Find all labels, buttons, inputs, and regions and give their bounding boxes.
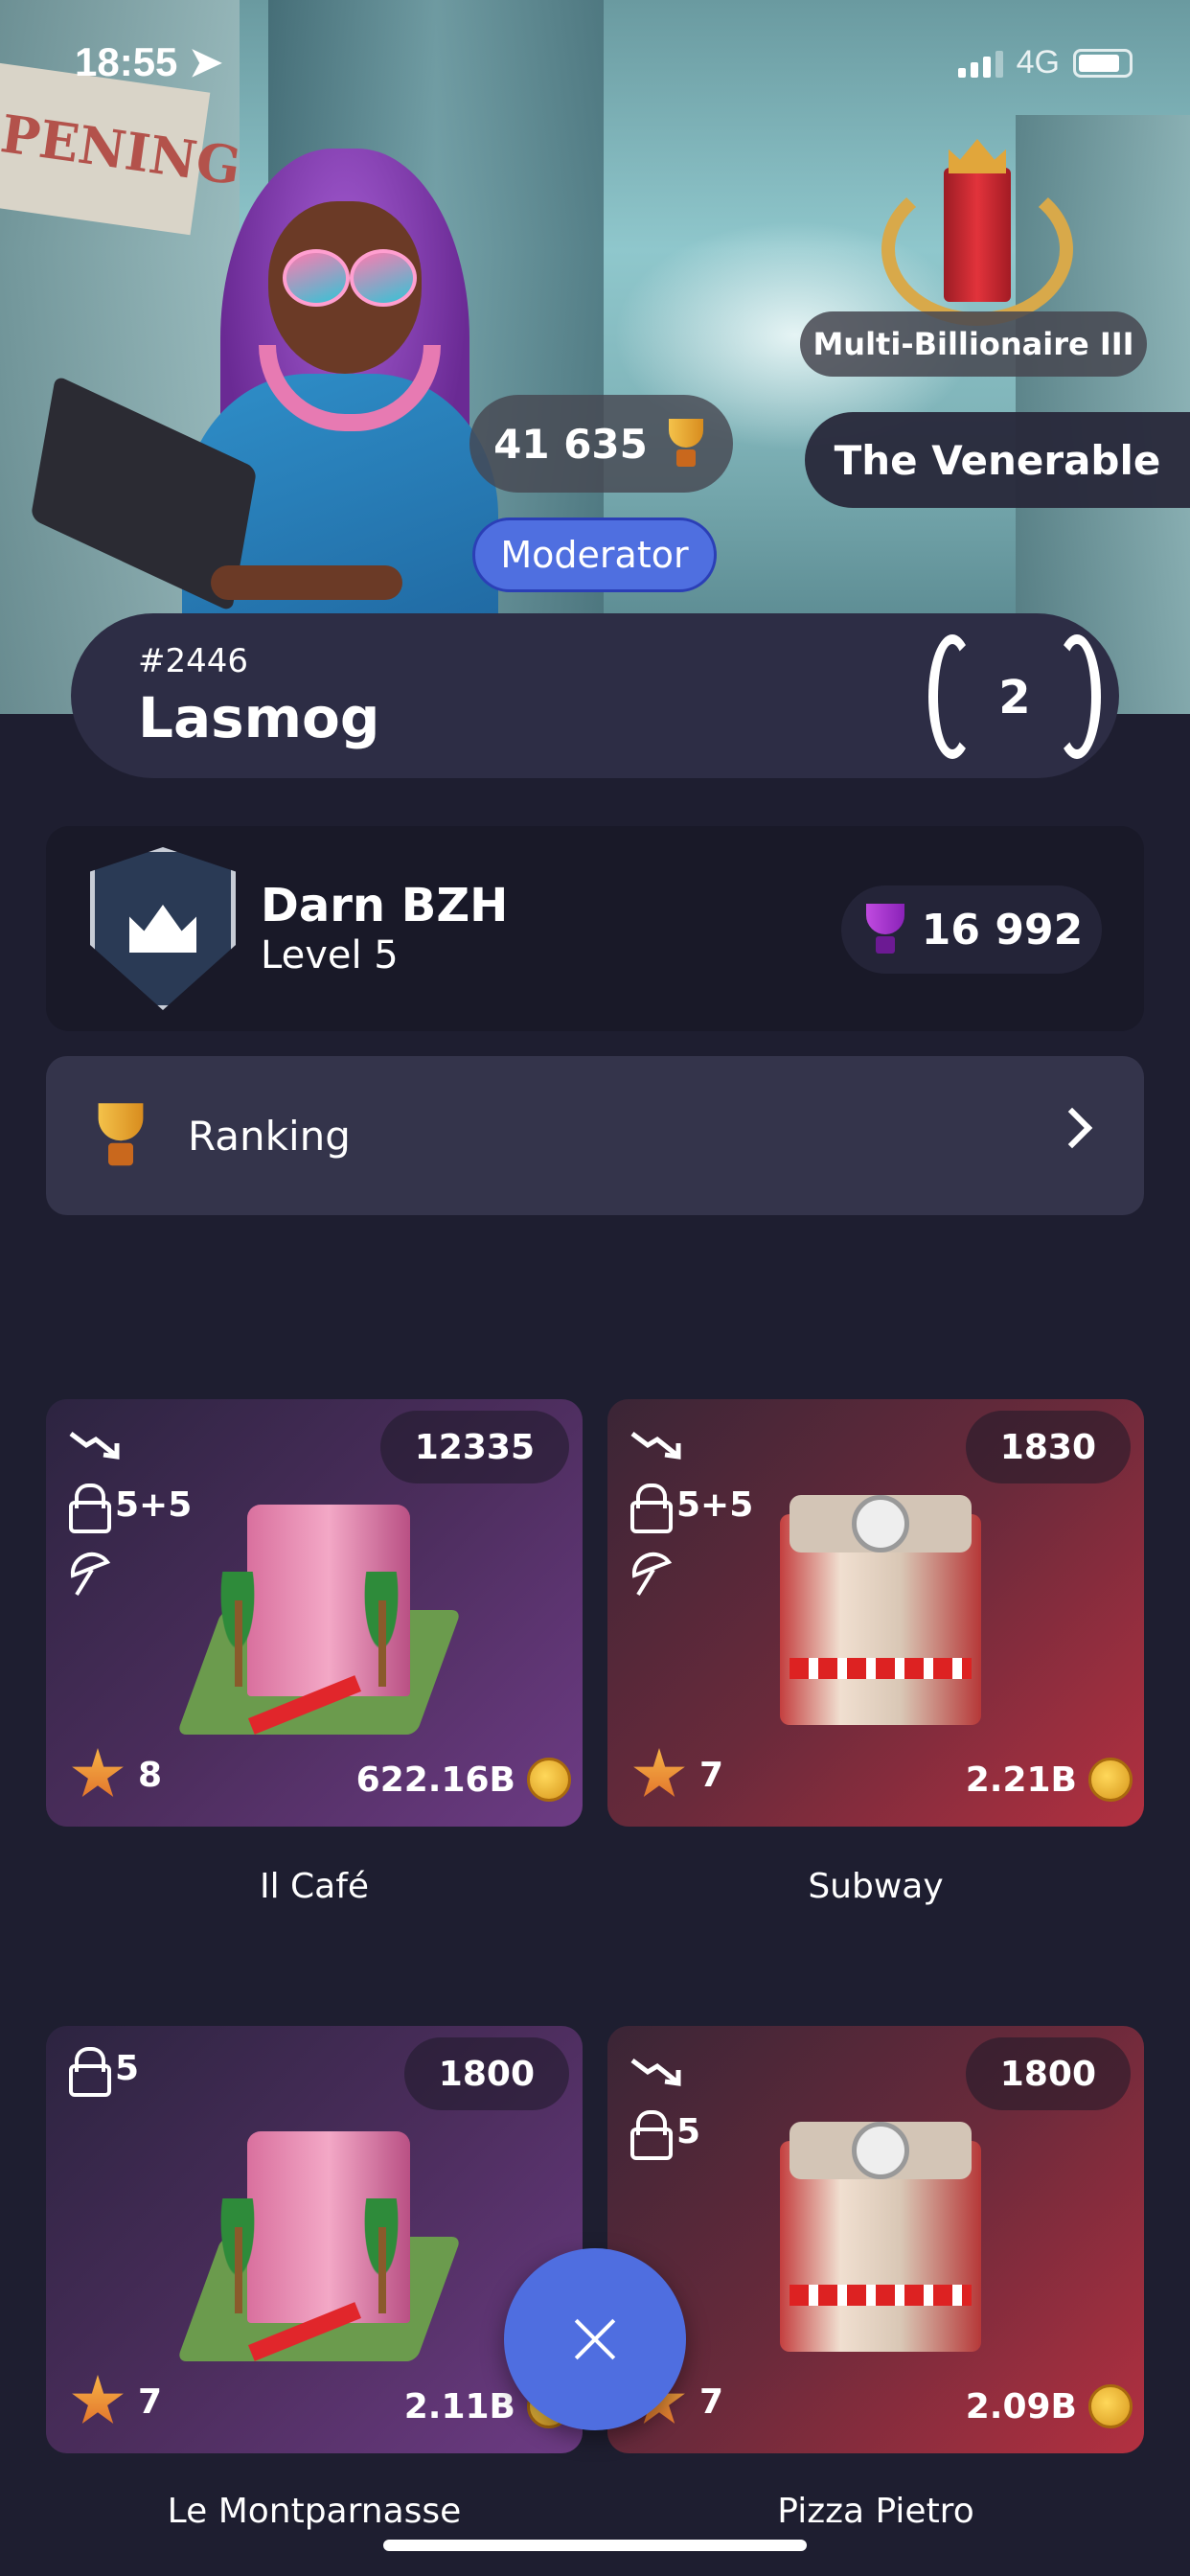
lock-indicator: 5+5	[629, 1484, 753, 1533]
lock-icon	[629, 2110, 673, 2160]
business-card[interactable]: 5 1800 7 2.11B	[46, 2026, 583, 2453]
rank-laurel-icon[interactable]: 2	[924, 634, 1106, 759]
star-icon	[72, 1748, 124, 1797]
business-name: Le Montparnasse	[167, 2492, 462, 2531]
business-card[interactable]: 5+5 12335 8 622.16B	[46, 1399, 583, 1827]
status-indicators: 4G	[957, 44, 1133, 81]
business-count: 1830	[965, 1411, 1131, 1484]
crown-icon	[129, 905, 196, 953]
clan-score-value: 16 992	[921, 905, 1084, 954]
title-emblem-icon[interactable]	[881, 134, 1073, 335]
clan-level: Level 5	[261, 933, 399, 978]
trophy-icon	[860, 904, 910, 955]
status-bar: 18:55 ➤ 4G	[0, 0, 1190, 134]
close-icon	[574, 2318, 616, 2360]
business-card[interactable]: 5+5 1830 7 2.21B	[607, 1399, 1144, 1827]
trophy-icon	[91, 1103, 150, 1168]
clan-name: Darn BZH	[261, 879, 509, 932]
network-label: 4G	[1016, 44, 1060, 80]
trending-down-icon	[629, 2053, 686, 2091]
lock-indicator: 5+5	[67, 1484, 192, 1533]
trending-down-icon	[67, 1426, 125, 1464]
status-time: 18:55 ➤	[75, 39, 223, 84]
lock-indicator: 5	[629, 2110, 700, 2160]
business-count: 1800	[403, 2037, 569, 2110]
umbrella-icon	[629, 1551, 676, 1598]
business-stars: 7	[71, 2375, 162, 2428]
business-stars: 7	[632, 1748, 723, 1802]
coin-icon	[1088, 2384, 1133, 2428]
star-icon	[72, 2375, 124, 2424]
player-id: #2446	[138, 642, 249, 680]
ranking-button[interactable]: Ranking	[46, 1056, 1144, 1215]
player-name: Lasmog	[138, 685, 380, 750]
business-card[interactable]: 5 1800 7 2.09B	[607, 2026, 1144, 2453]
business-building-image	[176, 1485, 462, 1754]
player-score[interactable]: 41 635	[469, 395, 733, 493]
business-count: 1800	[965, 2037, 1131, 2110]
trophy-icon	[663, 419, 709, 469]
star-icon	[633, 1748, 685, 1797]
close-button[interactable]	[504, 2248, 686, 2430]
business-stars: 8	[71, 1748, 162, 1802]
home-indicator[interactable]	[383, 2540, 807, 2551]
umbrella-icon	[67, 1551, 115, 1598]
player-score-value: 41 635	[493, 420, 648, 468]
business-name: Il Café	[259, 1867, 370, 1906]
business-name: Subway	[808, 1867, 944, 1906]
battery-icon	[1073, 48, 1133, 78]
business-income: 2.09B	[966, 2384, 1133, 2428]
coin-icon	[527, 1758, 571, 1802]
coin-icon	[1088, 1758, 1133, 1802]
title-name-button[interactable]: The Venerable	[805, 412, 1190, 508]
clan-shield-icon	[90, 847, 236, 1010]
business-count: 12335	[379, 1411, 569, 1484]
rank-level: 2	[998, 671, 1031, 724]
business-building-image	[176, 2112, 462, 2380]
lock-indicator: 5	[67, 2047, 139, 2097]
business-income: 2.21B	[966, 1758, 1133, 1802]
role-badge: Moderator	[472, 518, 717, 592]
lock-icon	[67, 2047, 111, 2097]
signal-icon	[957, 49, 1003, 78]
business-building-image	[751, 2112, 1010, 2380]
business-name: Pizza Pietro	[777, 2492, 974, 2531]
clan-card[interactable]: Darn BZH Level 5 16 992	[46, 826, 1144, 1031]
lock-icon	[67, 1484, 111, 1533]
ranking-label: Ranking	[188, 1112, 351, 1160]
trending-down-icon	[629, 1426, 686, 1464]
lock-icon	[629, 1484, 673, 1533]
player-name-card: #2446 Lasmog 2	[71, 613, 1119, 778]
business-income: 622.16B	[356, 1758, 571, 1802]
chevron-right-icon	[1051, 1107, 1093, 1149]
clan-score: 16 992	[841, 886, 1102, 974]
title-badge: Multi-Billionaire III	[800, 311, 1147, 377]
business-building-image	[751, 1485, 1010, 1754]
